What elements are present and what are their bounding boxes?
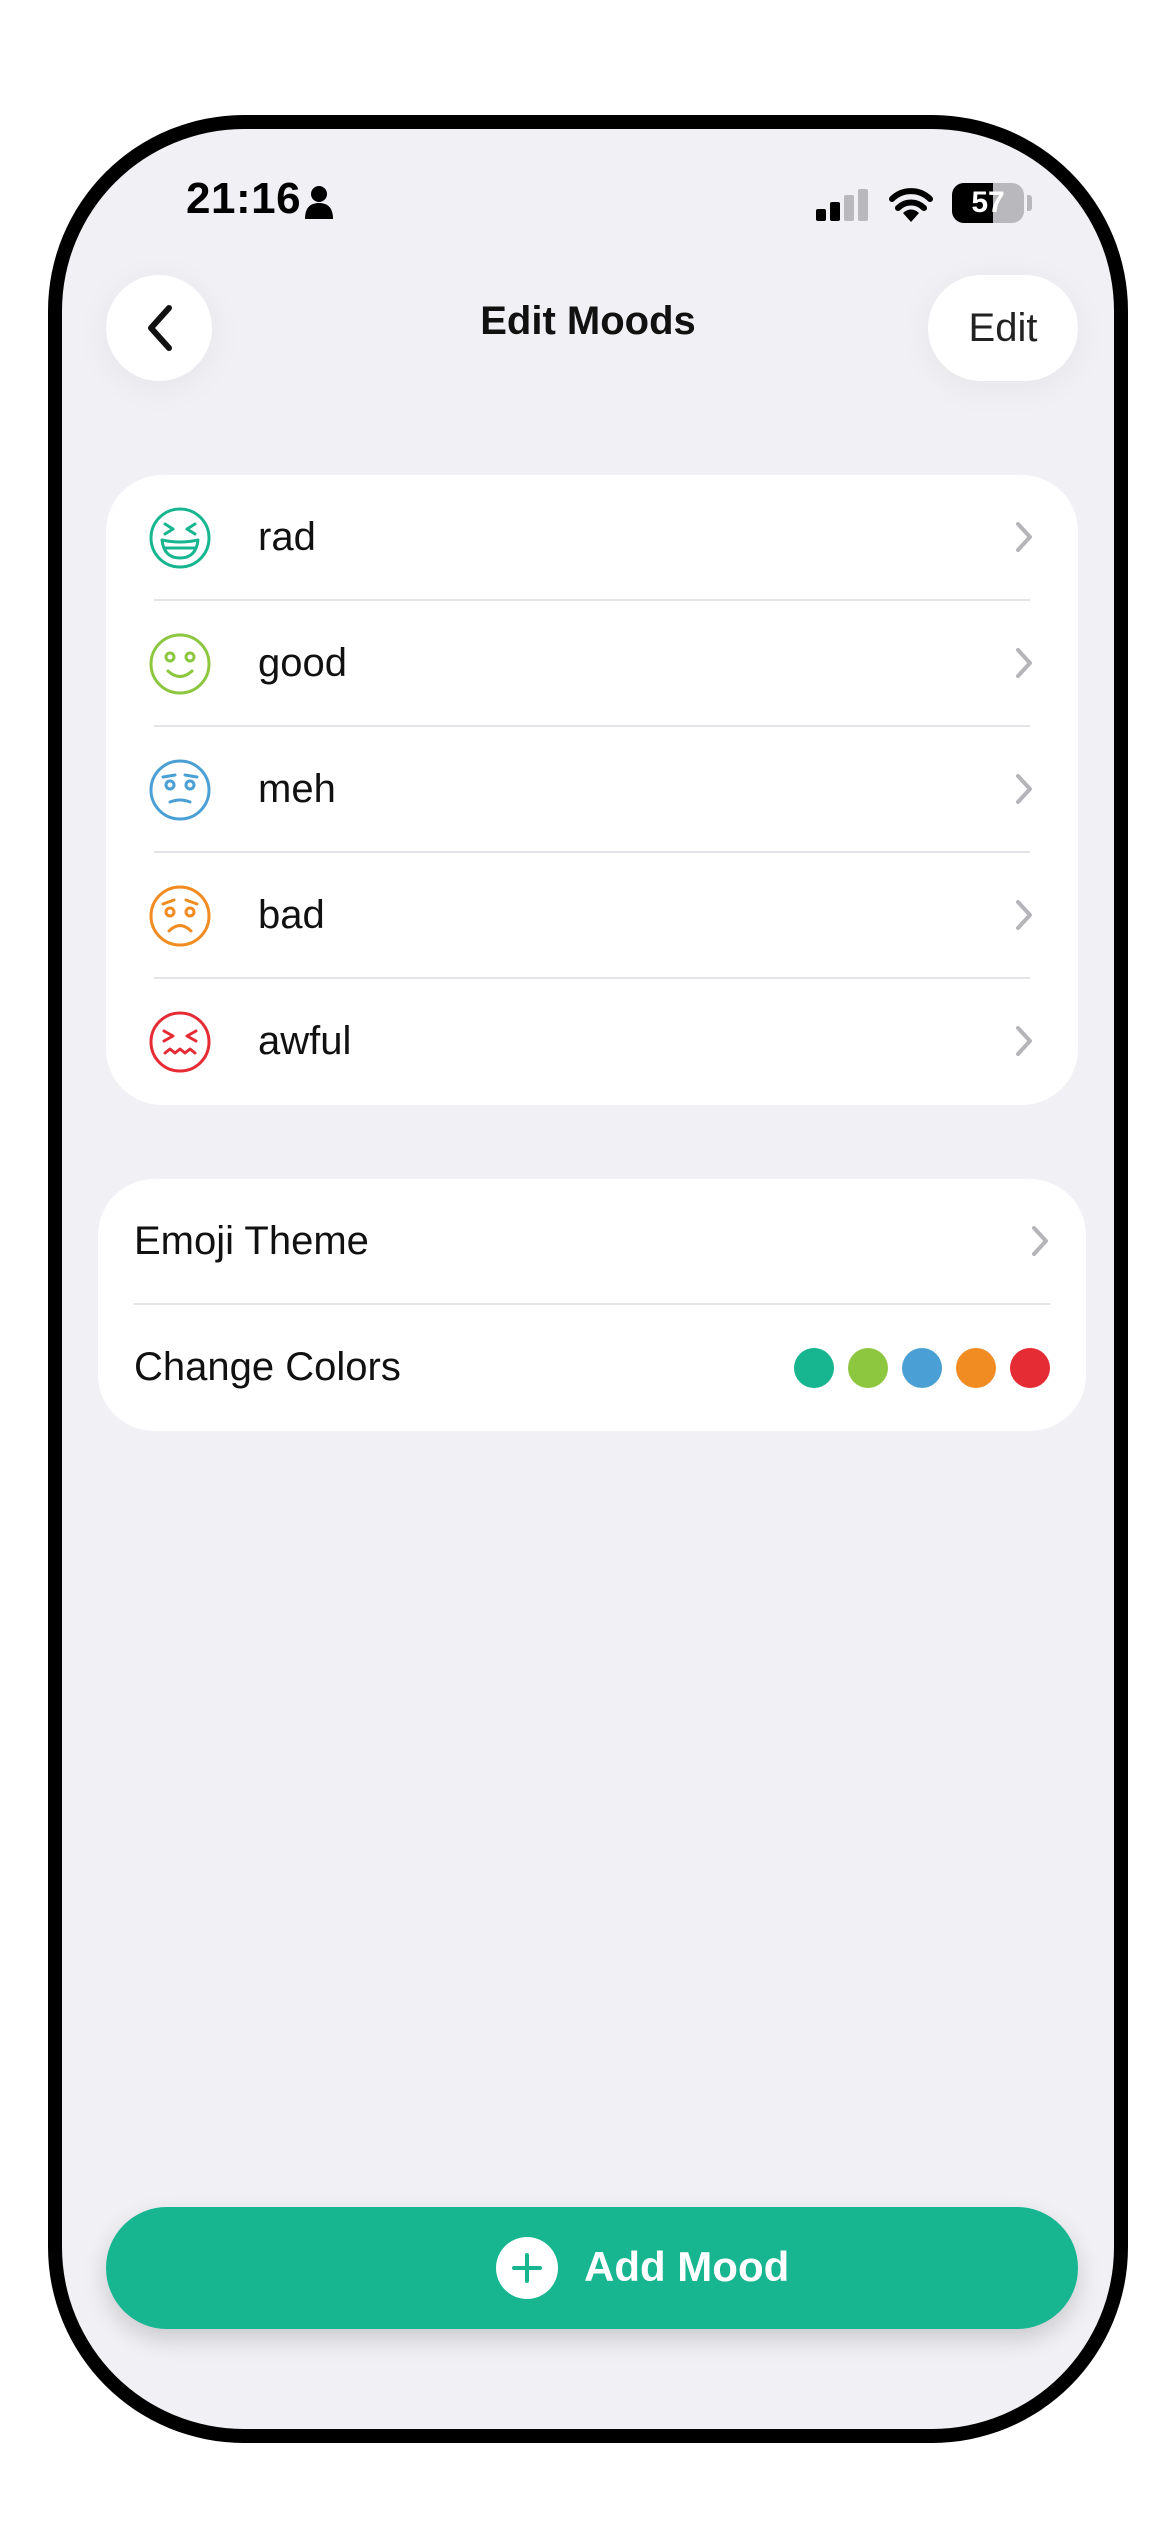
mood-list: rad good meh bad awful xyxy=(106,475,1078,1105)
emoji-theme-label: Emoji Theme xyxy=(134,1219,369,1263)
color-swatch-awful xyxy=(1010,1348,1050,1388)
mood-label: meh xyxy=(258,767,336,811)
mood-label: good xyxy=(258,641,347,685)
status-time: 21:16 xyxy=(186,174,302,223)
app-screen: 21:16 57 Edit Moods Edit rad good meh ba… xyxy=(62,129,1114,2429)
mood-row-bad[interactable]: bad xyxy=(106,853,1078,979)
chevron-right-icon xyxy=(1016,900,1032,930)
color-swatches xyxy=(794,1348,1050,1388)
mood-label: bad xyxy=(258,893,325,937)
settings-card: Emoji Theme Change Colors xyxy=(98,1179,1086,1431)
color-swatch-rad xyxy=(794,1348,834,1388)
skeptical-face-icon xyxy=(149,759,211,821)
mood-row-meh[interactable]: meh xyxy=(106,727,1078,853)
mood-row-awful[interactable]: awful xyxy=(106,979,1078,1105)
add-mood-button[interactable]: Add Mood xyxy=(106,2207,1078,2329)
chevron-right-icon xyxy=(1016,1026,1032,1056)
back-button[interactable] xyxy=(106,275,212,381)
battery-level: 57 xyxy=(971,186,1005,219)
battery-icon: 57 xyxy=(952,183,1024,223)
chevron-right-icon xyxy=(1016,774,1032,804)
mood-row-rad[interactable]: rad xyxy=(106,475,1078,601)
grinning-squint-face-icon xyxy=(149,507,211,569)
page-title: Edit Moods xyxy=(480,299,696,343)
add-mood-label: Add Mood xyxy=(584,2243,790,2290)
phone-frame: 21:16 57 Edit Moods Edit rad good meh ba… xyxy=(48,115,1128,2443)
change-colors-row[interactable]: Change Colors xyxy=(98,1305,1086,1431)
sad-face-icon xyxy=(149,885,211,947)
change-colors-label: Change Colors xyxy=(134,1345,401,1389)
chevron-right-icon xyxy=(1032,1226,1048,1256)
chevron-right-icon xyxy=(1016,522,1032,552)
wifi-icon xyxy=(889,188,933,222)
chevron-right-icon xyxy=(1016,648,1032,678)
plus-icon xyxy=(512,2253,542,2283)
cellular-signal-icon xyxy=(816,189,868,221)
smiling-face-icon xyxy=(149,633,211,695)
mood-row-good[interactable]: good xyxy=(106,601,1078,727)
color-swatch-bad xyxy=(956,1348,996,1388)
battery-cap xyxy=(1027,195,1032,211)
person-icon xyxy=(305,186,333,219)
edit-button[interactable]: Edit xyxy=(928,275,1078,381)
color-swatch-meh xyxy=(902,1348,942,1388)
mood-label: rad xyxy=(258,515,316,559)
emoji-theme-row[interactable]: Emoji Theme xyxy=(98,1179,1086,1305)
chevron-left-icon xyxy=(148,305,172,351)
plus-icon-circle xyxy=(496,2237,558,2299)
distressed-face-icon xyxy=(149,1011,211,1073)
mood-label: awful xyxy=(258,1019,352,1063)
color-swatch-good xyxy=(848,1348,888,1388)
